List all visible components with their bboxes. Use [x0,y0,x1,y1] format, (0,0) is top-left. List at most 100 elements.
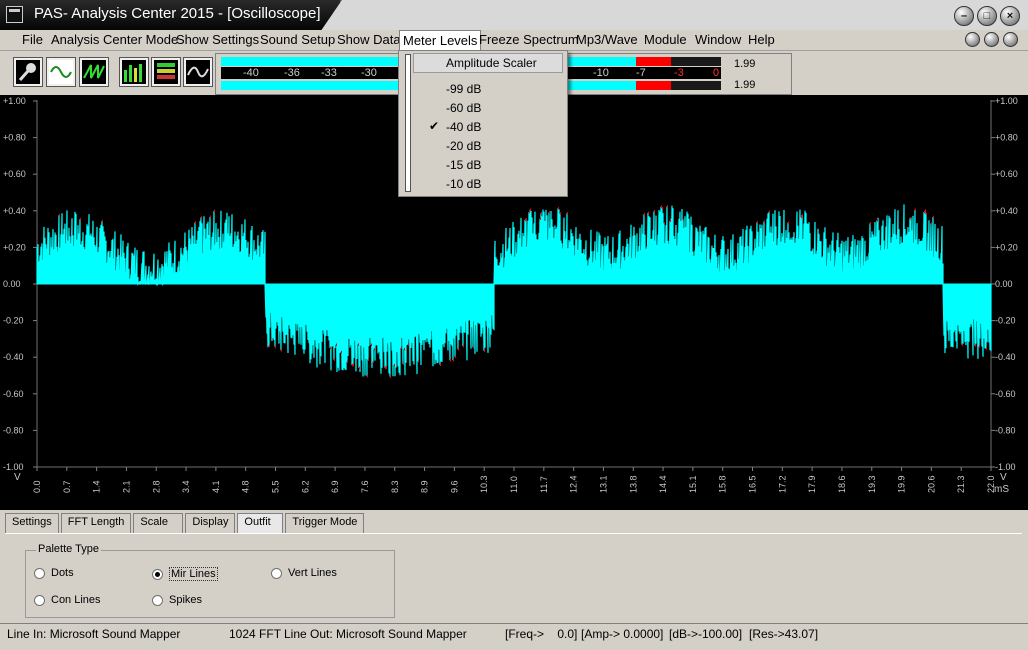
y-tick-right: -0.20 [995,316,1016,326]
y-tick-left: 0.00 [3,279,21,289]
y-unit-right: V [1000,472,1007,483]
palette-type-group: Palette Type Dots Mir Lines Vert Lines C… [25,543,395,618]
meter-value-top: 1.99 [734,58,756,70]
x-tick-label: 2.8 [151,480,161,493]
menu-help[interactable]: Help [748,32,775,47]
title-tab: PAS- Analysis Center 2015 - [Oscilloscop… [0,0,342,30]
y-tick-right: -1.00 [995,462,1016,472]
minimize-button[interactable]: – [954,6,974,26]
meter-option-20db[interactable]: -20 dB [413,136,563,155]
menu-sound-setup[interactable]: Sound Setup [260,32,335,47]
x-tick-label: 7.6 [360,480,370,493]
menu-window[interactable]: Window [695,32,741,47]
palette-type-title: Palette Type [36,543,101,555]
tab-settings[interactable]: Settings [5,513,59,534]
close-button[interactable]: × [1000,6,1020,26]
y-tick-left: +0.40 [3,206,26,216]
radio-dots[interactable]: Dots [34,567,74,579]
meter-option-10db[interactable]: -10 dB [413,174,563,193]
microphone-icon[interactable] [13,57,43,87]
y-tick-left: +0.60 [3,169,26,179]
status-line-out: Line Out: Microsoft Sound Mapper [284,627,467,641]
sawtooth-wave-icon[interactable] [79,57,109,87]
status-bar: Line In: Microsoft Sound Mapper 1024 FFT… [0,623,1028,650]
status-res: [Res->43.07] [749,627,819,641]
x-tick-label: 6.9 [330,480,340,493]
menu-module[interactable]: Module [644,32,687,47]
radio-vert-lines-indicator[interactable] [271,567,282,579]
meter-value-bottom: 1.99 [734,79,756,91]
x-tick-label: 19.3 [867,475,877,493]
menu-show-data[interactable]: Show Data [337,32,401,47]
radio-mir-lines[interactable]: Mir Lines [152,567,218,581]
y-tick-left: -1.00 [3,462,24,472]
menu-show-settings[interactable]: Show Settings [176,32,259,47]
meter-option-40db[interactable]: ✔ -40 dB [413,117,563,136]
app-icon[interactable] [6,6,23,23]
radio-mir-lines-indicator[interactable] [152,568,163,580]
menu-file[interactable]: File [22,32,43,47]
window-controls: – □ × [954,6,1020,26]
radio-spikes-indicator[interactable] [152,594,163,606]
checkmark-icon: ✔ [429,119,440,133]
status-freq: [Freq-> 0.0] [505,627,578,641]
maximize-button[interactable]: □ [977,6,997,26]
tab-display[interactable]: Display [185,513,236,534]
waveform-scope-icon[interactable] [183,57,213,87]
x-tick-label: 3.4 [181,480,191,493]
spectrum-bars-icon[interactable] [119,57,149,87]
radio-con-lines-indicator[interactable] [34,594,45,606]
menu-freeze-spectrum[interactable]: Freeze Spectrum [479,32,579,47]
tab-trigger-mode[interactable]: Trigger Mode [285,513,365,534]
y-tick-left: +0.20 [3,242,26,252]
y-tick-right: -0.80 [995,425,1016,435]
x-unit: mS [994,484,1009,495]
x-tick-label: 19.9 [897,475,907,493]
menu-mp3-wave[interactable]: Mp3/Wave [576,32,638,47]
child-close-button[interactable] [1003,32,1018,47]
radio-vert-lines[interactable]: Vert Lines [271,567,337,579]
meter-option-60db[interactable]: -60 dB [413,98,563,117]
y-tick-left: -0.60 [3,389,24,399]
y-tick-left: -0.20 [3,316,24,326]
x-tick-label: 0.0 [32,480,42,493]
status-db: [dB->-100.00] [669,627,743,641]
sine-wave-icon[interactable] [46,57,76,87]
x-tick-label: 6.2 [300,480,310,493]
child-restore-button[interactable] [984,32,999,47]
x-tick-label: 4.1 [211,480,221,493]
y-tick-left: +0.80 [3,133,26,143]
x-tick-label: 17.2 [777,475,787,493]
y-tick-right: 0.00 [995,279,1013,289]
window-title: PAS- Analysis Center 2015 - [Oscilloscop… [34,5,321,22]
y-tick-left: -0.80 [3,425,24,435]
y-unit-left: V [14,472,21,483]
y-tick-left: +1.00 [3,96,26,106]
tab-scale[interactable]: Scale [133,513,184,534]
y-tick-right: -0.40 [995,352,1016,362]
child-minimize-button[interactable] [965,32,980,47]
x-tick-label: 11.7 [539,476,549,493]
x-tick-label: 8.9 [420,480,430,493]
child-window-controls [965,32,1018,47]
x-tick-label: 11.0 [509,476,519,493]
radio-con-lines[interactable]: Con Lines [34,594,101,606]
menu-meter-levels[interactable]: Meter Levels [399,30,482,51]
radio-spikes[interactable]: Spikes [152,594,202,606]
meter-levels-dropdown: Amplitude Scaler -99 dB -60 dB ✔ -40 dB -… [398,50,568,197]
y-tick-right: +0.60 [995,169,1018,179]
meter-option-99db[interactable]: -99 dB [413,79,563,98]
data-display-icon[interactable] [151,57,181,87]
y-tick-right: +0.80 [995,133,1018,143]
menu-analysis-center-mode[interactable]: Analysis Center Mode [51,32,178,47]
y-tick-left: -0.40 [3,352,24,362]
tab-outfit[interactable]: Outfit [237,513,284,534]
tab-fft-length[interactable]: FFT Length [60,513,132,534]
meter-option-15db[interactable]: -15 dB [413,155,563,174]
x-tick-label: 18.6 [837,475,847,493]
radio-dots-indicator[interactable] [34,567,45,579]
x-tick-label: 4.8 [241,480,251,493]
x-tick-label: 15.1 [688,475,698,493]
x-tick-label: 12.4 [569,475,579,493]
x-tick-label: 10.3 [479,475,489,493]
